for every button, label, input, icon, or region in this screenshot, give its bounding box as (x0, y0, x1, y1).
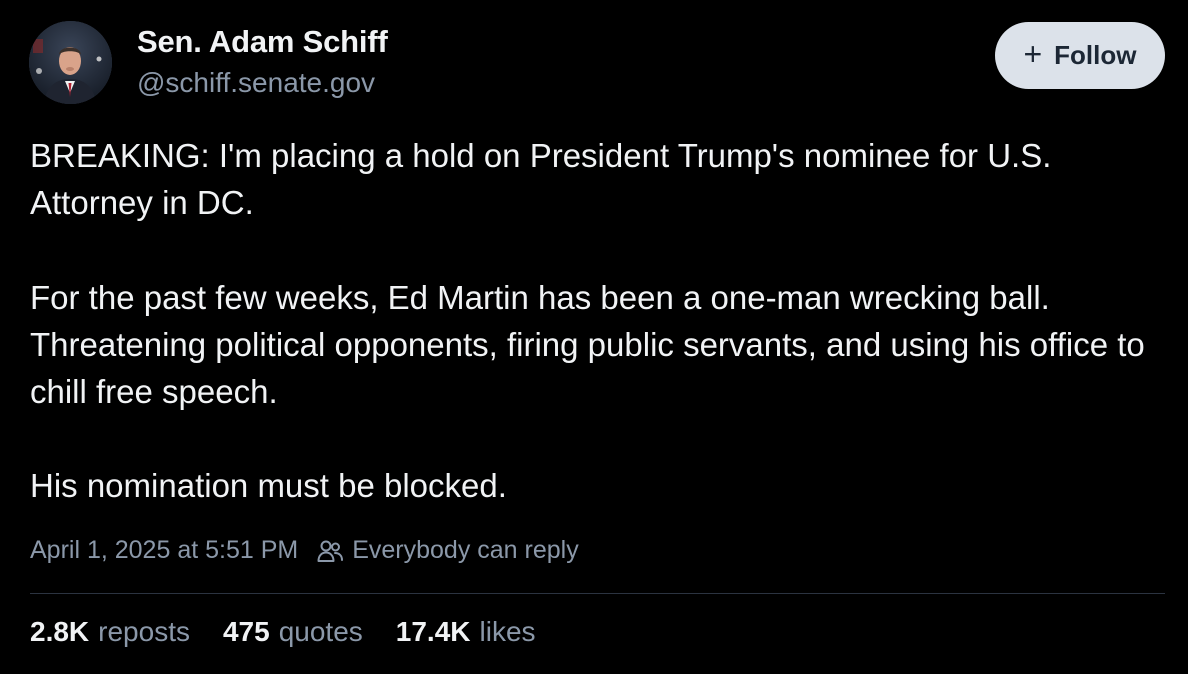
post-thread-item: Sen. Adam Schiff @schiff.senate.gov + Fo… (0, 0, 1188, 674)
post-stats: 2.8K reposts 475 quotes 17.4K likes (30, 616, 569, 648)
divider (30, 593, 1165, 594)
follow-button[interactable]: + Follow (995, 22, 1165, 89)
likes-label: likes (479, 616, 536, 647)
quotes-count: 475 (222, 616, 270, 647)
post-paragraph: BREAKING: I'm placing a hold on Presiden… (30, 137, 1052, 221)
post-paragraph: His nomination must be blocked. (30, 467, 507, 504)
author-avatar[interactable] (29, 21, 112, 104)
author-handle[interactable]: @schiff.senate.gov (137, 67, 375, 99)
reply-setting: Everybody can reply (352, 536, 579, 564)
post-text: BREAKING: I'm placing a hold on Presiden… (30, 132, 1160, 509)
plus-icon: + (1023, 36, 1043, 72)
likes-count: 17.4K (395, 616, 471, 647)
quotes-label: quotes (278, 616, 363, 647)
profile-photo-avatar (29, 21, 112, 104)
follow-button-label: Follow (1054, 40, 1137, 70)
reposts-stat[interactable]: 2.8K reposts (30, 616, 190, 648)
post-meta: April 1, 2025 at 5:51 PM Everybody can r… (30, 536, 579, 565)
author-display-name[interactable]: Sen. Adam Schiff (137, 24, 388, 60)
quotes-stat[interactable]: 475 quotes (223, 616, 363, 648)
post-timestamp[interactable]: April 1, 2025 at 5:51 PM (30, 536, 298, 565)
reposts-count: 2.8K (30, 616, 90, 647)
reposts-label: reposts (98, 616, 190, 647)
likes-stat[interactable]: 17.4K likes (396, 616, 536, 648)
people-icon (316, 537, 344, 565)
post-paragraph: For the past few weeks, Ed Martin has be… (30, 279, 1145, 410)
